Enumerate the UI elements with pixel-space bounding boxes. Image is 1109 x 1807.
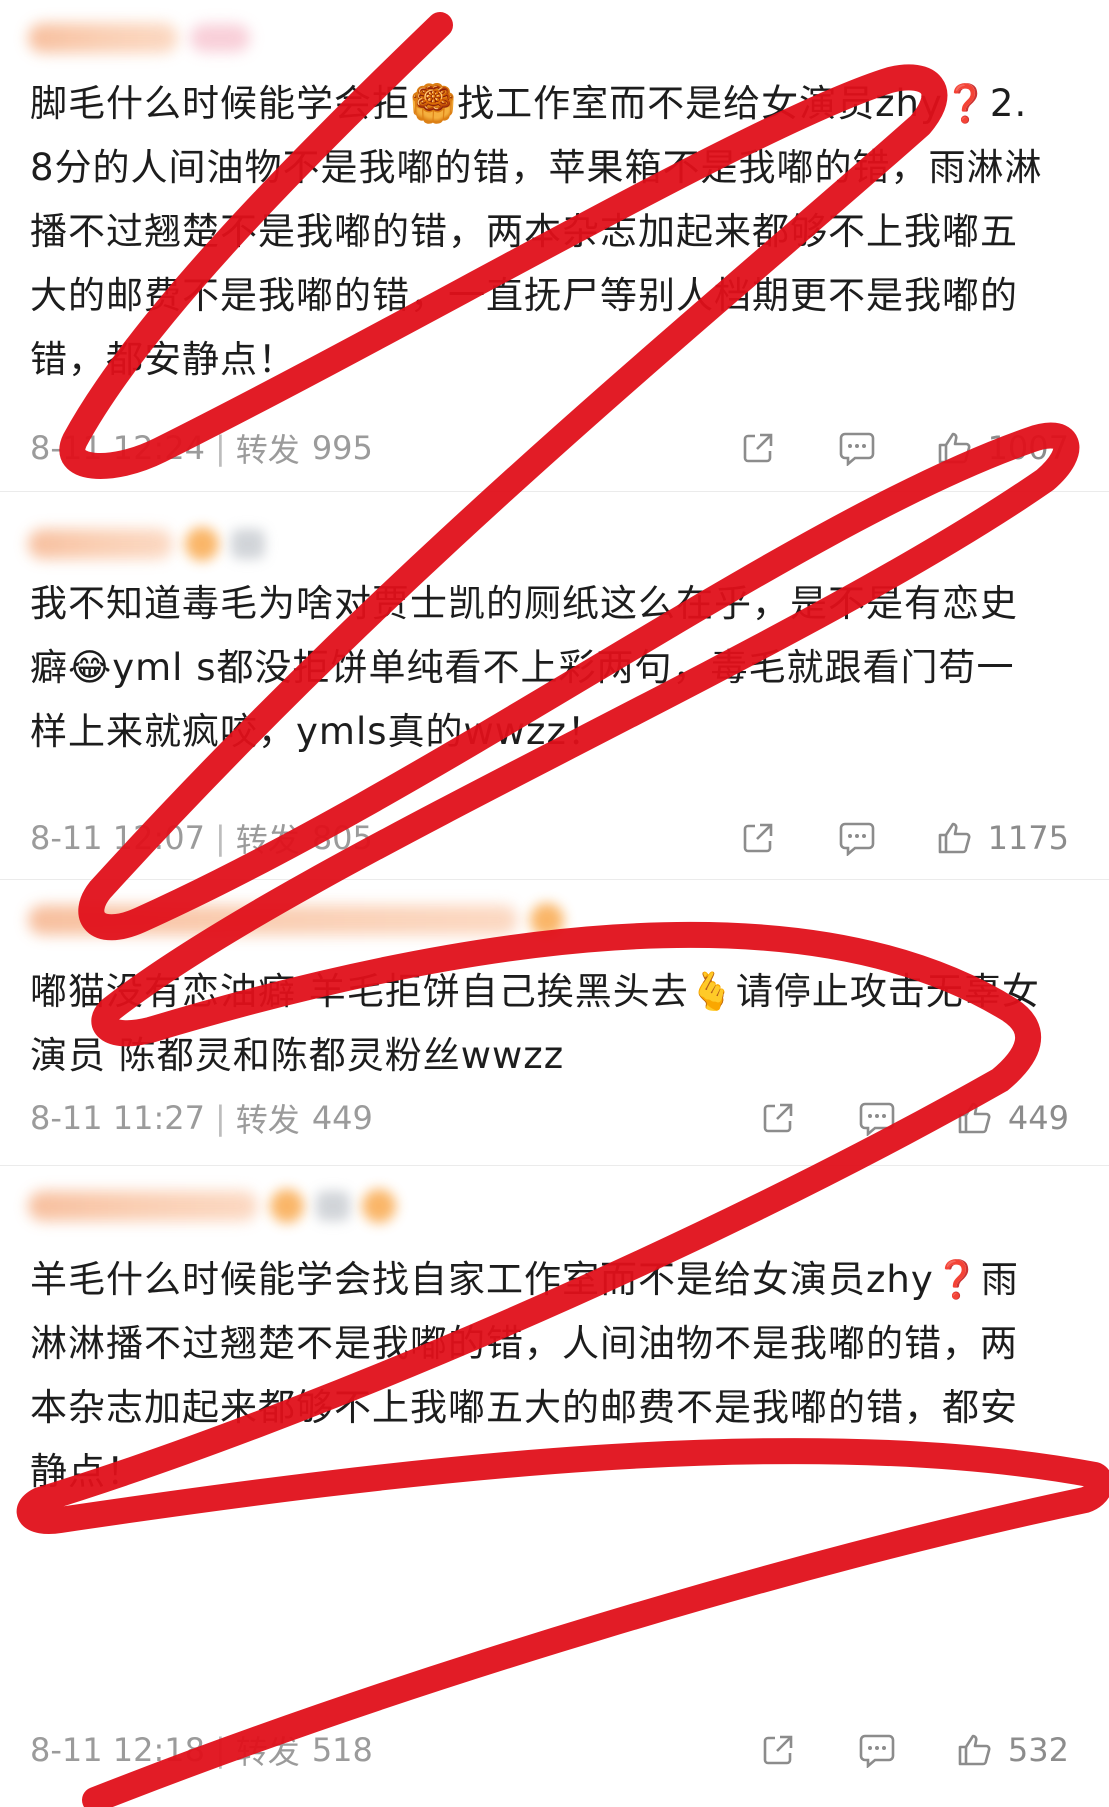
timestamp: 8-11 12:24 (30, 429, 206, 467)
comment-button[interactable] (838, 820, 876, 856)
repost-count: 518 (311, 1731, 373, 1769)
username-blurred[interactable] (28, 898, 564, 942)
like-icon (938, 822, 971, 854)
comment-text: 我不知道毒毛为啥对贾士凯的厕纸这么在乎，是不是有恋史癖😂yml s都没拒饼单纯看… (30, 582, 1018, 753)
repost-label: 转发 (235, 431, 300, 469)
like-button[interactable]: 532 (956, 1731, 1069, 1769)
comment-meta: 8-11 11:27 | 转发 449 449 (30, 1096, 1069, 1140)
like-count: 1175 (987, 819, 1069, 857)
share-icon (743, 433, 772, 463)
comment-card: 羊毛什么时候能学会找自家工作室而不是给女演员zhy❓雨淋淋播不过翘楚不是我嘟的错… (0, 1166, 1109, 1807)
like-count: 1007 (987, 429, 1069, 467)
timestamp: 8-11 11:27 (30, 1099, 206, 1137)
comment-icon (859, 1734, 895, 1768)
comment-card: 嘟猫没有恋油癖 羊毛拒饼自己挨黑头去🫰请停止攻击无辜女演员 陈都灵和陈都灵粉丝w… (0, 880, 1109, 1166)
like-button[interactable]: 1175 (936, 819, 1069, 857)
comment-button[interactable] (858, 1100, 896, 1136)
timestamp: 8-11 12:07 (30, 819, 206, 857)
repost-count: 449 (311, 1099, 373, 1137)
comment-icon (839, 432, 874, 466)
repost-count: 805 (311, 819, 373, 857)
share-icon (743, 823, 772, 853)
share-icon (763, 1103, 793, 1133)
like-count: 449 (1007, 1099, 1069, 1137)
comment-meta: 8-11 12:07 | 转发 805 1175 (30, 816, 1069, 860)
like-count: 532 (1007, 1731, 1069, 1769)
repost-count: 995 (311, 429, 373, 467)
comment-card: 脚毛什么时候能学会拒🥮找工作室而不是给女演员zhy❓2.8分的人间油物不是我嘟的… (0, 0, 1109, 492)
share-icon (763, 1735, 793, 1765)
share-button[interactable] (760, 1100, 796, 1136)
share-button[interactable] (740, 430, 776, 466)
share-button[interactable] (760, 1732, 796, 1768)
comment-text: 嘟猫没有恋油癖 羊毛拒饼自己挨黑头去🫰请停止攻击无辜女演员 陈都灵和陈都灵粉丝w… (30, 970, 1040, 1077)
comment-text: 脚毛什么时候能学会拒🥮找工作室而不是给女演员zhy❓2.8分的人间油物不是我嘟的… (30, 82, 1043, 381)
like-icon (958, 1102, 991, 1134)
repost-label: 转发 (235, 821, 300, 859)
timestamp: 8-11 12:18 (30, 1731, 206, 1769)
repost-label: 转发 (235, 1101, 300, 1139)
like-icon (938, 432, 971, 464)
comment-icon (839, 822, 874, 856)
username-blurred[interactable] (28, 522, 265, 566)
username-blurred[interactable] (28, 16, 250, 60)
like-button[interactable]: 449 (956, 1099, 1069, 1137)
like-button[interactable]: 1007 (936, 429, 1069, 467)
repost-label: 转发 (235, 1733, 300, 1771)
comment-icon (859, 1102, 895, 1136)
username-blurred[interactable] (28, 1184, 396, 1228)
comment-meta: 8-11 12:24 | 转发 995 1007 (30, 426, 1069, 470)
share-button[interactable] (740, 820, 776, 856)
comment-feed: 脚毛什么时候能学会拒🥮找工作室而不是给女演员zhy❓2.8分的人间油物不是我嘟的… (0, 0, 1109, 1807)
like-icon (958, 1734, 991, 1766)
comment-button[interactable] (838, 430, 876, 466)
comment-button[interactable] (858, 1732, 896, 1768)
comment-card: 我不知道毒毛为啥对贾士凯的厕纸这么在乎，是不是有恋史癖😂yml s都没拒饼单纯看… (0, 492, 1109, 880)
comment-meta: 8-11 12:18 | 转发 518 532 (30, 1728, 1069, 1772)
comment-text: 羊毛什么时候能学会找自家工作室而不是给女演员zhy❓雨淋淋播不过翘楚不是我嘟的错… (30, 1258, 1019, 1493)
